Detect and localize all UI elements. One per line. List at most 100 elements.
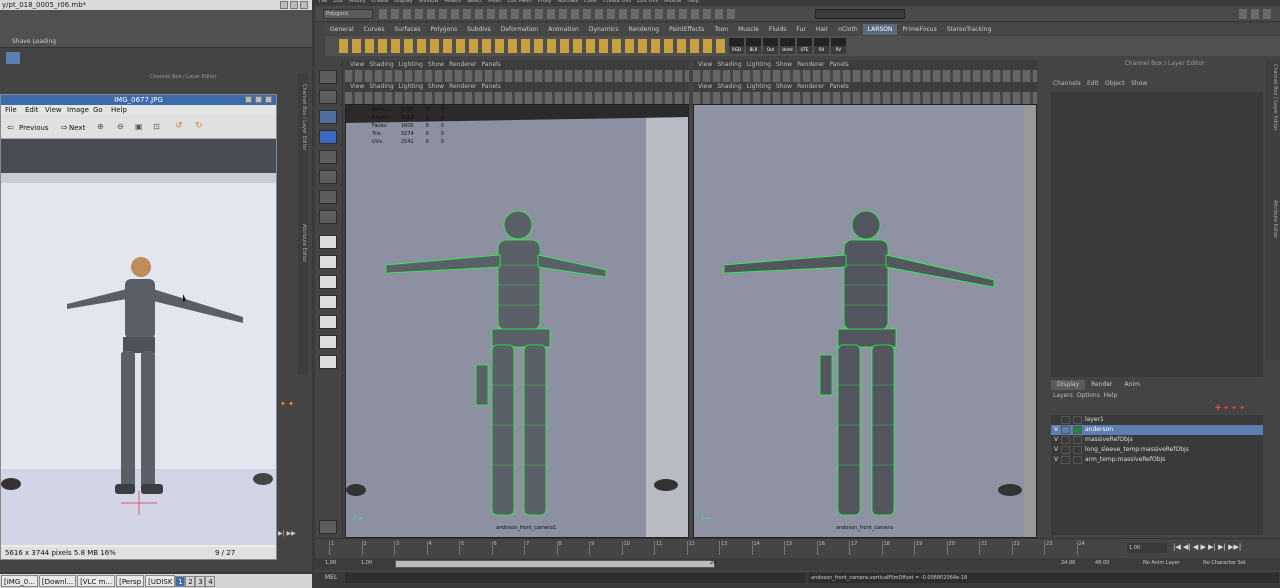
layer-color-swatch[interactable] [1073,455,1082,464]
menu-file[interactable]: File [5,105,17,115]
channel-box-area[interactable] [1051,92,1263,377]
layer-row[interactable]: Varm_temp:massiveRefObjs [1051,455,1263,465]
zoom-fit-icon[interactable]: ⊡ [153,122,160,131]
range-end-2[interactable]: 48.00 [1095,560,1109,566]
shelf-tab-stereotracking[interactable]: StereoTracking [942,24,997,35]
maya-menu-10[interactable]: Proxy [538,0,552,4]
cb-menu-channels[interactable]: Channels [1053,80,1081,87]
minimize-icon[interactable] [280,1,288,9]
vp-menu-lighting[interactable]: Lighting [747,83,771,90]
shelf-button-blr[interactable]: BLR [746,38,761,54]
menu-help[interactable]: Help [111,105,127,115]
side-label-attribute[interactable]: Attribute Editor [301,224,307,262]
menu-edit[interactable]: Edit [25,105,39,115]
vp-menu-renderer[interactable]: Renderer [449,61,476,68]
maya-menu-12[interactable]: Color [584,0,597,4]
layer-menu-options[interactable]: Options [1077,392,1100,399]
vp-menu-view[interactable]: View [350,83,364,90]
shelf-tool-icons[interactable] [339,39,739,53]
workspace-1[interactable]: 1 [175,576,186,587]
menu-go[interactable]: Go [93,105,103,115]
outliner-layout-icon[interactable] [319,295,337,309]
mode-select[interactable]: Polygons [323,9,373,19]
two-pane-layout-icon[interactable] [319,275,337,289]
maya-menu-items[interactable]: File Edit Modify Create Display Window Assets S… [319,0,705,4]
shelf-tab-animation[interactable]: Animation [543,24,584,35]
zoom-in-icon[interactable]: ⊕ [97,122,104,131]
script-layout-icon[interactable] [319,355,337,369]
vp-menu-renderer[interactable]: Renderer [797,61,824,68]
tab-display[interactable]: Display [1051,380,1086,390]
range-end[interactable]: 24.00 [1061,560,1075,566]
next-arrow-icon[interactable]: ⇨ [61,123,68,132]
shelf-button-rv[interactable]: RV [831,38,846,54]
graph-layout-icon[interactable] [319,315,337,329]
taskbar-task[interactable]: [IMG_0... [1,575,38,587]
transform-fields[interactable] [815,9,905,19]
viewport-right-toolbar[interactable] [693,70,1037,82]
viewer-close-icon[interactable] [265,96,272,103]
zoom-out-icon[interactable]: ⊖ [117,122,124,131]
shelf-tab-curves[interactable]: Curves [359,24,390,35]
maya-menu-4[interactable]: Display [394,0,412,4]
maya-menu-9[interactable]: Edit Mesh [507,0,531,4]
viewer-maximize-icon[interactable] [255,96,262,103]
maya-menu-1[interactable]: Edit [333,0,343,4]
command-input[interactable] [345,573,805,583]
maya-menu-7[interactable]: Select [467,0,482,4]
shelf-button-ute[interactable]: UTE [797,38,812,54]
shelf-tab-larson[interactable]: LARSON [862,24,898,35]
cb-menu-edit[interactable]: Edit [1087,80,1099,87]
workspace-3[interactable]: 3 [195,576,206,587]
shelf-tab-deformation[interactable]: Deformation [496,24,543,35]
shelf-tab-fluids[interactable]: Fluids [764,24,792,35]
vp-menu-shading[interactable]: Shading [369,61,393,68]
four-pane-layout-icon[interactable] [319,255,337,269]
viewport-left-toolbar-2[interactable] [345,92,689,104]
layer-color-swatch[interactable] [1073,415,1082,424]
rotate-left-icon[interactable]: ↺ [175,121,183,131]
viewport-left-view[interactable]: Verts: 1723 0 0 Edges: 3462 0 0 Faces: 1600 0 0 Tris… [345,104,689,538]
vp-menu-show[interactable]: Show [428,61,444,68]
prev-button[interactable]: Previous [19,124,49,132]
maya-menu-16[interactable]: Help [687,0,698,4]
vp-menu-view[interactable]: View [350,61,364,68]
viewer-minimize-icon[interactable] [245,96,252,103]
maximize-icon[interactable] [290,1,298,9]
shelf-tab-polygons[interactable]: Polygons [425,24,462,35]
maya-menu-14[interactable]: Edit UVs [637,0,658,4]
vp-menu-shading[interactable]: Shading [717,83,741,90]
soft-mod-tool-icon[interactable] [319,210,337,224]
hypershade-layout-icon[interactable] [319,335,337,349]
maya-menu-15[interactable]: Muscle [664,0,681,4]
cb-menu-object[interactable]: Object [1105,80,1125,87]
rotate-tool-icon[interactable] [319,150,337,164]
close-icon[interactable] [300,1,308,9]
side-tab-channel-box[interactable]: Channel Box / Layer Editor [1272,64,1278,131]
single-pane-layout-icon[interactable] [319,235,337,249]
anim-layer-select[interactable]: No Anim Layer [1143,560,1180,566]
paint-tool-icon[interactable] [319,110,337,124]
vp-menu-shading[interactable]: Shading [717,61,741,68]
vp-menu-view[interactable]: View [698,61,712,68]
layer-create-icons[interactable]: ✚ ✦ ✦ ✦ [1215,404,1245,412]
maya-menu-13[interactable]: Create UVs [603,0,631,4]
layer-visibility-toggle[interactable]: V [1051,455,1061,465]
range-start-2[interactable]: 1.00 [361,560,372,566]
shelf-button-hshd[interactable]: Hshd [780,38,795,54]
layer-color-swatch[interactable] [1073,435,1082,444]
status-line-icons[interactable] [379,9,739,19]
shelf-tab-surfaces[interactable]: Surfaces [389,24,425,35]
lasso-tool-icon[interactable] [319,90,337,104]
vp-menu-show[interactable]: Show [428,83,444,90]
shelf-tab-muscle[interactable]: Muscle [733,24,764,35]
layer-color-swatch[interactable] [1073,425,1082,434]
shelf-tab-primefocus[interactable]: PrimeFocus [897,24,941,35]
layer-row[interactable]: layer1 [1051,415,1263,425]
shelf-tab-general[interactable]: General [325,24,359,35]
vp-menu-renderer[interactable]: Renderer [449,83,476,90]
range-start[interactable]: 1.00 [325,560,336,566]
playback-controls-left[interactable]: ▶| ▶▶ [278,530,308,538]
select-tool-icon[interactable] [319,70,337,84]
next-button[interactable]: Next [69,124,85,132]
